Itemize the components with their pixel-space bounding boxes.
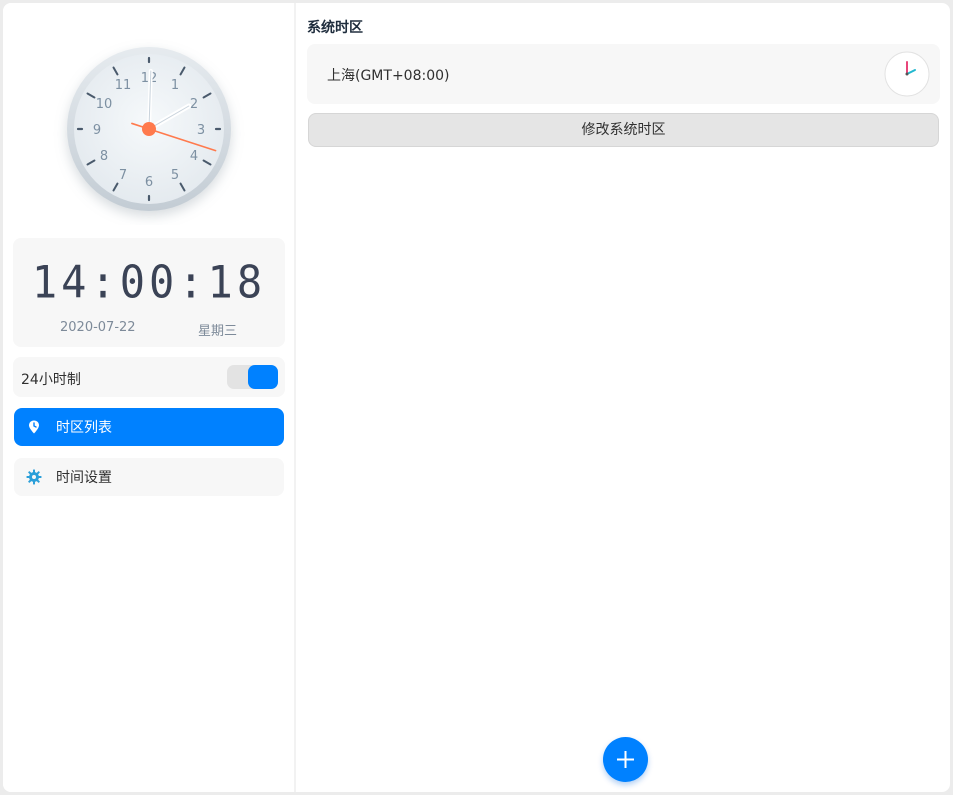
nav-item-timezone-list[interactable]: 时区列表 xyxy=(14,408,284,446)
plus-icon xyxy=(617,751,634,768)
digital-clock-card: 14:00:18 2020-07-22 星期三 xyxy=(13,238,285,347)
add-timezone-button[interactable] xyxy=(603,737,648,782)
sidebar: 121234567891011 14:00:18 2020-07-22 星期三 … xyxy=(3,3,296,792)
timezone-item[interactable]: 上海(GMT+08:00) xyxy=(307,44,940,104)
digital-time: 14:00:18 xyxy=(31,256,267,309)
current-weekday: 星期三 xyxy=(198,324,238,339)
clock-numeral: 6 xyxy=(145,175,153,190)
clock-numeral: 4 xyxy=(190,149,198,164)
clock-numeral: 8 xyxy=(100,149,108,164)
gear-icon xyxy=(26,469,42,485)
clock-center-pin xyxy=(142,122,156,136)
app-window: 121234567891011 14:00:18 2020-07-22 星期三 … xyxy=(3,3,950,792)
nav-item-label: 时区列表 xyxy=(56,420,112,436)
nav-item-label: 时间设置 xyxy=(56,470,112,486)
24-hour-format-switch[interactable] xyxy=(227,365,278,389)
current-date: 2020-07-22 xyxy=(60,320,136,335)
clock-numeral: 5 xyxy=(171,168,179,183)
analog-clock: 121234567891011 xyxy=(53,33,245,225)
clock-numeral: 1 xyxy=(171,78,179,93)
nav-item-time-settings[interactable]: 时间设置 xyxy=(14,458,284,496)
modify-system-timezone-button[interactable]: 修改系统时区 xyxy=(308,113,939,147)
24-hour-format-label: 24小时制 xyxy=(21,372,81,388)
section-title: 系统时区 xyxy=(307,20,363,36)
timezone-name: 上海(GMT+08:00) xyxy=(327,68,450,84)
clock-numeral: 2 xyxy=(190,97,198,112)
24-hour-format-row: 24小时制 xyxy=(13,357,285,397)
mini-clock-icon xyxy=(884,51,930,97)
main-panel: 系统时区 上海(GMT+08:00) 修改系统时区 xyxy=(298,3,950,792)
switch-knob xyxy=(248,365,278,389)
clock-numeral: 3 xyxy=(197,123,205,138)
clock-numeral: 9 xyxy=(93,123,101,138)
clock-numeral: 10 xyxy=(96,97,113,112)
clock-numeral: 11 xyxy=(115,78,132,93)
location-pin-icon xyxy=(26,419,42,435)
clock-numeral: 7 xyxy=(119,168,127,183)
